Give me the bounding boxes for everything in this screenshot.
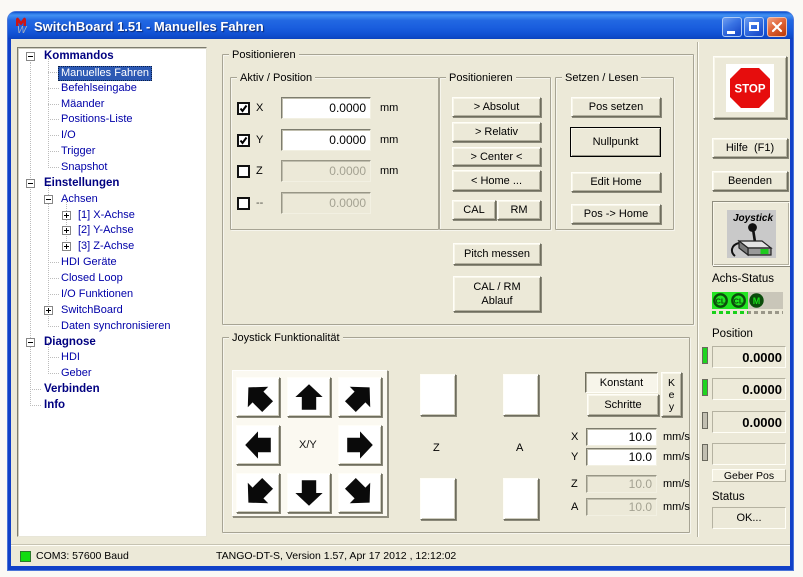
svg-text:CL: CL <box>734 297 744 306</box>
svg-text:Joystick: Joystick <box>732 213 772 224</box>
svg-text:STOP: STOP <box>734 83 765 95</box>
svg-text:CL: CL <box>716 297 726 306</box>
svg-text:M: M <box>753 296 761 306</box>
svg-text:W: W <box>17 25 28 34</box>
